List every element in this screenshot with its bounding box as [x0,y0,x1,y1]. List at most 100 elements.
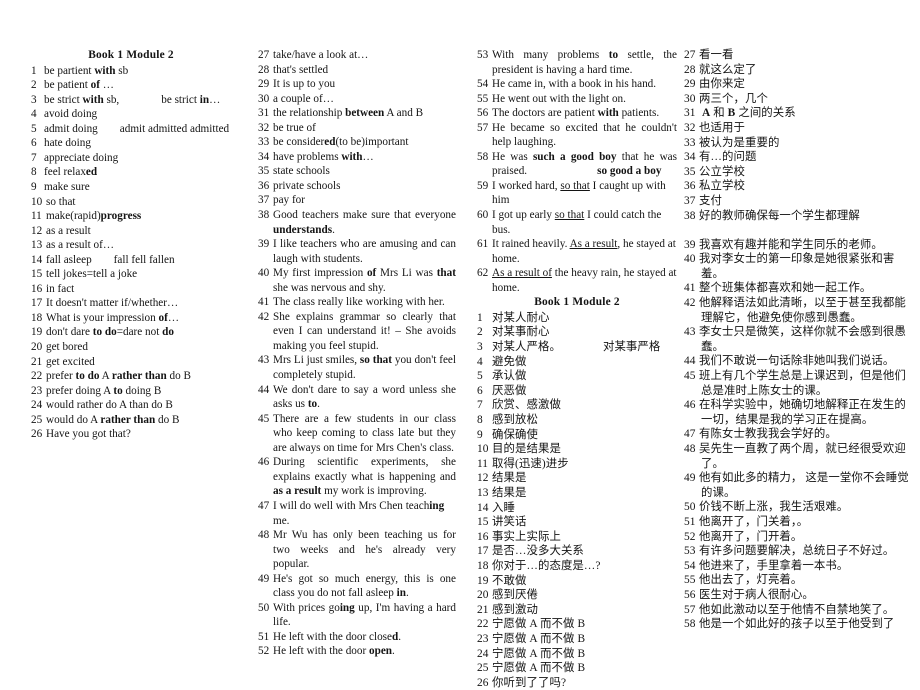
list-item: 59 I worked hard, so that I caught up wit… [477,179,666,207]
list-item: 51 He left with the door closed. [258,630,402,643]
list-item: 27 看一看 [684,49,734,61]
list-item: 7 appreciate doing [31,151,119,164]
list-item: 48 吴先生一直教了两个周，就已经很受欢迎了。 [684,442,906,470]
list-item: 49 他有如此多的精力， 这是一堂你不会睡觉的课。 [684,472,909,499]
list-item: 17 是否…没多大关系 [477,545,584,558]
column-chinese-right: 27 看一看 28 就这么定了 29 由你来定 30 两三个，几个 31 A 和 B 之… [684,48,910,632]
list-item: 1 对某人耐心 [477,311,550,324]
list-item: 26 你听到了了吗? [477,676,567,689]
list-item: 22 prefer to do A rather than do B [31,370,191,383]
list-item: 46 在科学实验中，她确切地解释正在发生的一切，结果是我的学习正在提高。 [684,399,906,426]
list-item: 32 be true of [258,121,316,134]
list-item: 12 as a result [31,224,91,237]
list-item: 14 fall asleep fall fell fallen [31,253,175,266]
list-item: 62 As a result of the heavy rain, he stay… [477,267,677,294]
list-item: 56 医生对于病人很耐心。 [684,588,814,601]
list-item: 30 a couple of… [258,92,334,105]
list-item: 35 state schools [258,165,330,178]
list-item: 37 pay for [258,194,305,207]
list-item: 48 Mr Wu has only been teaching us for tw… [258,529,456,571]
list-item: 32 也适用于 [684,121,745,134]
list-item: 9 确保确使 [477,428,538,441]
list-item: 45 班上有几个学生总是上课迟到，但是他们总是准时上陈女士的课。 [684,370,906,397]
list-item: 19 don't dare to do=dare not do [31,326,174,339]
list-item: 57 He became so excited that he couldn't … [477,121,677,149]
list-item: 55 他出去了，灯亮着。 [684,574,803,587]
list-item: 2 对某事耐心 [477,326,550,339]
list-item: 4 avoid doing [31,108,98,121]
list-item: 16 事实上实际上 [477,530,561,543]
list-item: 5 admit doing admit admitted admitted [31,122,230,135]
column-english-right: 27 take/have a look at… 28 that's settled … [258,48,456,659]
list-item: 25 宁愿做 A 而不做 B [477,662,586,675]
list-item: 33 be considered(to be)important [258,136,409,149]
list-item: 11 取得(迅速)进步 [477,457,569,470]
list-item: 42 She explains grammar so clearly that e… [258,310,456,352]
list-item: 25 would do A rather than do B [31,413,180,426]
list-item: 34 有…的问题 [684,151,757,164]
list-item: 9 make sure [31,180,90,193]
list-item: 44 We don't dare to say a word unless she… [258,383,456,411]
list-item: 16 in fact [31,282,75,295]
list-item: 45 There are a few students in our class … [258,412,456,454]
list-item: 43 Mrs Li just smiles, so that you don't … [258,354,457,382]
column3-heading: Book 1 Module 2 [534,296,620,309]
list-item: 14 入睡 [477,501,515,514]
list-item: 33 被认为是重要的 [684,136,780,149]
list-item: 42 他解释语法如此清晰，以至于甚至我都能理解它，他避免使你感到愚蠢。 [684,297,906,324]
list-item: 12 结果是 [477,472,527,485]
list-item: 20 感到厌倦 [477,589,538,602]
list-item: 30 两三个，几个 [684,92,768,105]
list-item: 40 My first impression of Mrs Li was that… [258,267,456,294]
list-item: 8 feel relaxed [31,166,98,179]
list-item: 36 私立学校 [684,180,745,193]
list-item: 8 感到放松 [477,414,538,427]
list-item: 5 承认做 [477,370,527,383]
list-item: 20 get bored [31,340,88,353]
list-item: 27 take/have a look at… [258,49,369,61]
list-item: 57 他如此激动以至于他情不自禁地笑了。 [684,603,895,616]
list-item: 24 would rather do A than do B [31,399,173,412]
list-item: 58 He was such a good boy that he was pra… [477,150,677,178]
list-item: 13 结果是 [477,487,527,500]
list-item: 19 不敢做 [477,574,527,587]
list-item: 11 make(rapid)progress [31,210,142,223]
list-item: 3 对某人严格。 对某事严格 [477,341,661,354]
list-item: 17 It doesn't matter if/whether… [31,297,179,310]
list-item: 53 有许多问题要解决，总统日子不好过。 [684,545,895,558]
list-item: 18 你对于…的态度是…? [477,559,601,572]
list-item: 29 It is up to you [258,78,336,91]
column1-heading: Book 1 Module 2 [88,49,174,61]
list-item: 31 the relationship between A and B [258,107,424,120]
list-item: 10 so that [31,195,76,208]
list-item: 26 Have you got that? [31,428,131,441]
list-item: 49 He's got so much energy, this is one c… [258,572,456,600]
list-item: 52 He left with the door open. [258,645,395,658]
list-item: 28 就这么定了 [684,63,757,76]
list-item: 7 欣赏、感激做 [477,399,561,412]
list-item: 28 that's settled [258,63,329,76]
list-item: 6 厌恶做 [477,384,527,397]
column-english-tail-chinese-left: 53 With many problems to settle, the pres… [477,48,677,690]
list-item: 41 整个班集体都喜欢和她一起工作。 [684,282,872,295]
list-item: 13 as a result of… [31,239,115,252]
list-item: 52 他离开了，门开着。 [684,530,803,543]
list-item: 31 A 和 B 之间的关系 [684,107,796,120]
list-item: 24 宁愿做 A 而不做 B [477,647,586,660]
list-item: 44 我们不敢说一句话除非她叫我们说话。 [684,355,895,368]
list-item: 38 好的教师确保每一个学生都理解 [684,209,860,222]
list-item: 47 有陈女士教我我会学好的。 [684,428,837,441]
list-item: 40 我对李女士的第一印象是她很紧张和害羞。 [684,253,895,280]
list-item: 46 During scientific experiments, she exp… [258,456,456,498]
list-item: 50 With prices going up, I'm having a har… [258,601,456,629]
column-english-left: Book 1 Module 2 1 be partient with sb 2 be… [31,48,231,442]
list-item: 18 What is your impression of… [31,311,179,324]
list-item: 51 他离开了，门关着，。 [684,515,809,528]
list-item: 61 It rained heavily. As a result, he sta… [477,238,676,265]
list-item: 6 hate doing [31,137,91,150]
list-item: 15 讲笑话 [477,516,527,529]
list-item: 4 避免做 [477,355,527,368]
list-item: 10 目的是结果是 [477,443,561,456]
list-item: 50 价钱不断上涨，我生活艰难。 [684,501,849,514]
